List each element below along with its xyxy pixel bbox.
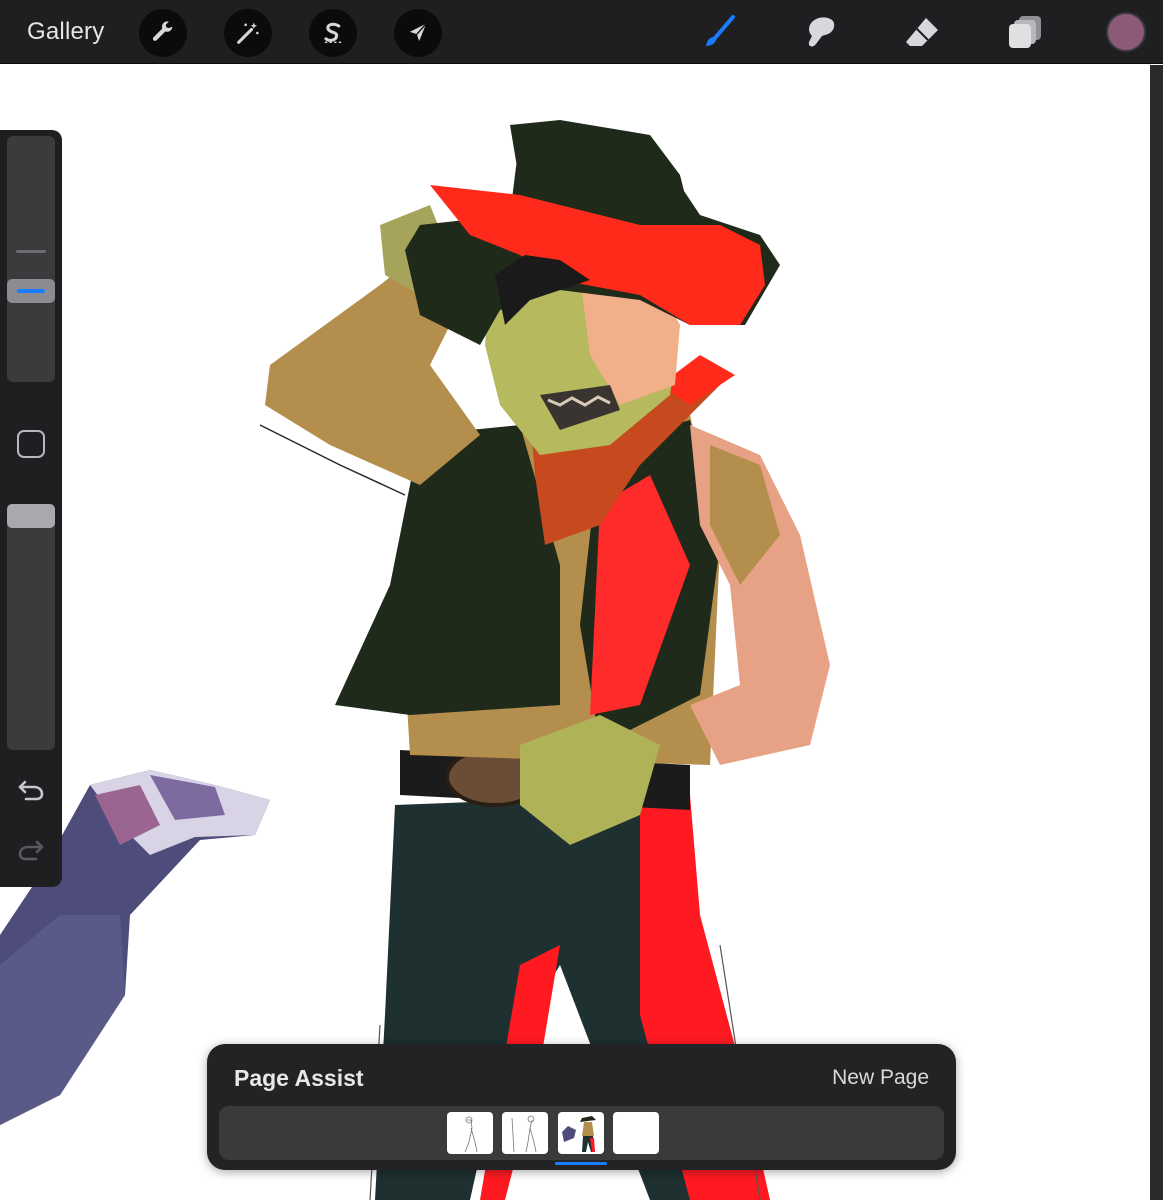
modify-button[interactable]: [17, 430, 45, 458]
color-picker-button[interactable]: [1106, 12, 1146, 52]
page-sketch-preview: [464, 1116, 478, 1153]
canvas-edge: [1150, 65, 1163, 1200]
left-sidebar: [0, 130, 62, 887]
layers-button[interactable]: [1003, 10, 1047, 54]
magic-wand-icon: [237, 22, 259, 44]
transform-button[interactable]: [394, 9, 442, 57]
top-toolbar: Gallery: [0, 0, 1163, 64]
selection-s-icon: [324, 22, 342, 44]
page-thumbnail-1[interactable]: [447, 1112, 493, 1154]
page-assist-title: Page Assist: [234, 1065, 364, 1091]
eraser-tool-button[interactable]: [900, 10, 944, 54]
brush-icon: [706, 15, 735, 46]
brush-size-slider[interactable]: [7, 136, 55, 382]
page-sketch-preview: [511, 1115, 537, 1153]
page-thumbnail-4[interactable]: [613, 1112, 659, 1154]
size-notch: [16, 250, 46, 253]
brush-opacity-slider[interactable]: [7, 504, 55, 750]
brush-tool-button[interactable]: [697, 10, 741, 54]
selection-button[interactable]: [309, 9, 357, 57]
undo-arrow-icon: [18, 780, 44, 801]
redo-button[interactable]: [13, 834, 49, 864]
actions-button[interactable]: [139, 9, 187, 57]
arrow-cursor-icon: [409, 23, 427, 42]
drawing-canvas[interactable]: [0, 65, 1150, 1200]
page-assist-panel: Page Assist New Page: [207, 1044, 956, 1170]
eraser-icon: [906, 18, 938, 46]
active-page-indicator: [555, 1162, 607, 1165]
brush-size-thumb[interactable]: [7, 279, 55, 303]
redo-arrow-icon: [18, 840, 44, 861]
smudge-icon: [808, 17, 835, 47]
page-thumbnail-strip: [219, 1106, 944, 1165]
gallery-button[interactable]: Gallery: [27, 18, 104, 46]
page-thumbnail-2[interactable]: [502, 1112, 548, 1154]
new-page-button[interactable]: New Page: [832, 1066, 929, 1090]
undo-button[interactable]: [13, 774, 49, 804]
wrench-icon: [152, 21, 173, 41]
smudge-tool-button[interactable]: [798, 10, 842, 54]
page-artwork-preview: [562, 1116, 596, 1152]
layers-icon: [1009, 16, 1041, 48]
artwork: [0, 120, 830, 1200]
adjustments-button[interactable]: [224, 9, 272, 57]
page-thumbnail-3[interactable]: [558, 1112, 604, 1154]
brush-opacity-thumb[interactable]: [7, 504, 55, 528]
